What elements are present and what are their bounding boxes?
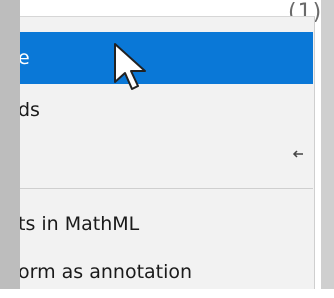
- menu-item-3[interactable]: [20, 128, 313, 180]
- arrow-left-icon: [291, 128, 305, 180]
- menu-item-5[interactable]: orm as annotation: [20, 246, 313, 298]
- mouse-pointer-icon: [114, 43, 146, 90]
- left-window-edge: [0, 0, 20, 289]
- context-menu: e ds ts in MathML orm as annotation: [20, 16, 315, 289]
- menu-item-label: ts in MathML: [20, 213, 140, 235]
- menu-item-4[interactable]: ts in MathML: [20, 198, 313, 250]
- menu-item-label: orm as annotation: [20, 261, 193, 283]
- menu-item-1[interactable]: e: [20, 32, 313, 84]
- menu-separator: [20, 188, 313, 189]
- menu-item-label: e: [20, 47, 30, 69]
- right-window-edge: [321, 0, 334, 289]
